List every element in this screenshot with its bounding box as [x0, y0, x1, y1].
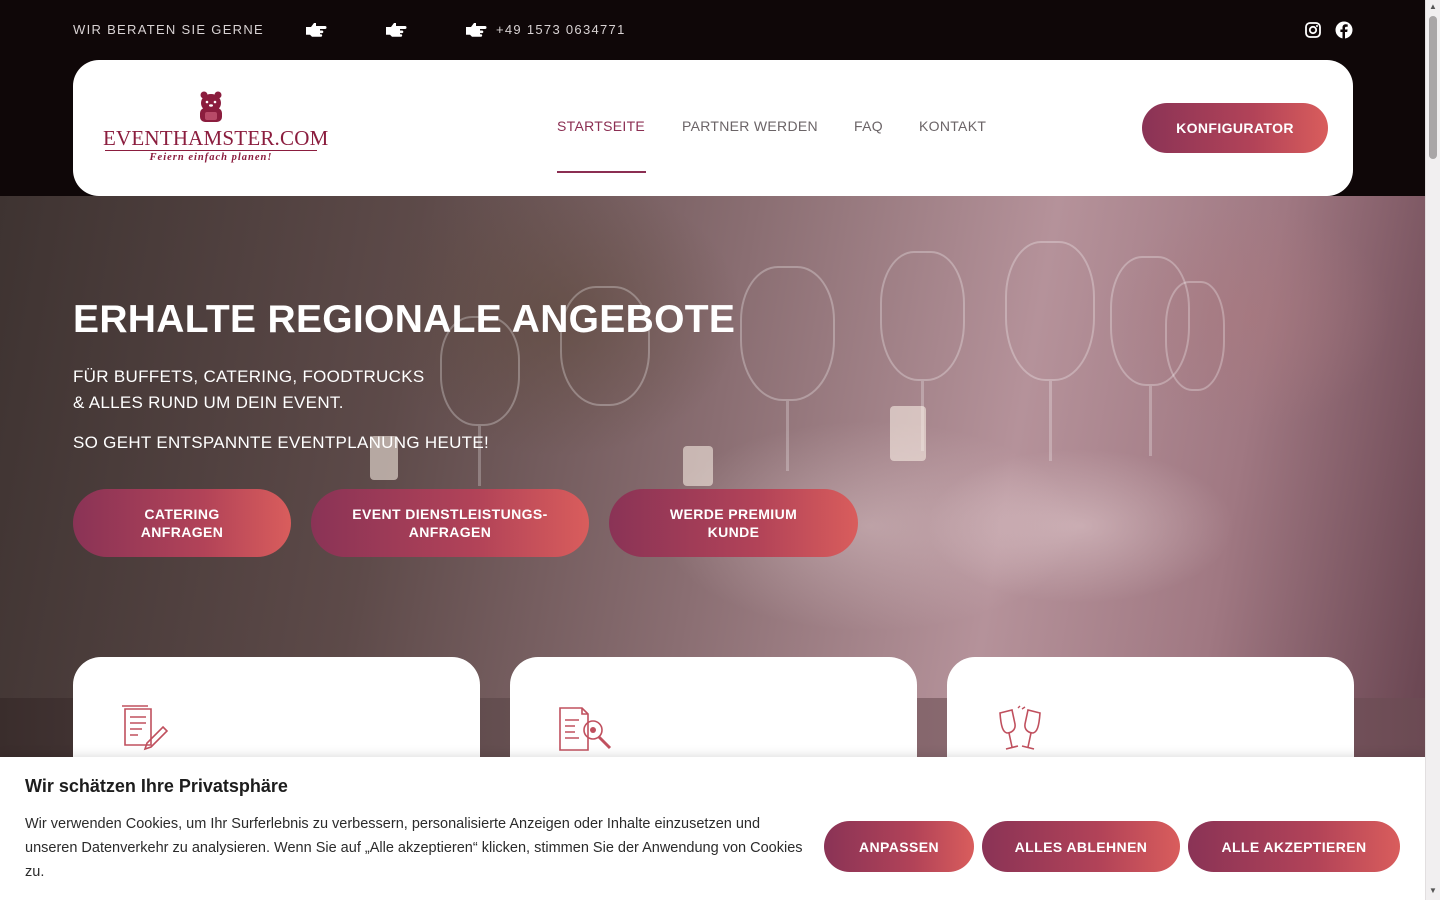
cookie-title: Wir schätzen Ihre Privatsphäre	[25, 776, 288, 796]
logo-divider	[105, 150, 317, 151]
wine-glass-decoration	[1165, 281, 1225, 391]
document-pen-icon	[122, 705, 169, 751]
nav-startseite[interactable]: STARTSEITE	[557, 118, 645, 134]
konfigurator-button[interactable]: KONFIGURATOR	[1142, 103, 1328, 153]
instagram-icon[interactable]	[1304, 21, 1322, 39]
hamster-logo-icon	[200, 91, 222, 122]
glass-stem	[1049, 381, 1052, 461]
glass-stem	[1149, 386, 1152, 456]
pointing-hand-icon[interactable]	[465, 21, 487, 37]
cookie-consent-banner: Wir schätzen Ihre Privatsphäre Wir verwe…	[0, 757, 1425, 900]
facebook-icon[interactable]	[1335, 21, 1353, 39]
wine-glass-decoration	[740, 266, 835, 401]
cookie-reject-all-button[interactable]: ALLES ABLEHNEN	[982, 821, 1180, 872]
logo-wordmark: EVENTHAMSTER.COM	[103, 126, 329, 150]
contact-label: WIR BERATEN SIE GERNE	[73, 22, 265, 37]
logo-tagline: Feiern einfach planen!	[149, 152, 273, 163]
scrollbar-thumb[interactable]	[1429, 16, 1437, 159]
hero-title: ERHALTE REGIONALE ANGEBOTE	[73, 298, 736, 341]
nav-kontakt[interactable]: KONTAKT	[919, 118, 986, 134]
wine-glass-decoration	[880, 251, 965, 381]
document-search-icon	[559, 707, 612, 751]
candle-decoration	[683, 446, 713, 486]
pointing-hand-icon[interactable]	[385, 21, 407, 37]
site-logo[interactable]: EVENTHAMSTER.COM Feiern einfach planen!	[103, 90, 329, 170]
cookie-accept-all-button[interactable]: ALLE AKZEPTIEREN	[1188, 821, 1400, 872]
cookie-customize-button[interactable]: ANPASSEN	[824, 821, 974, 872]
nav-partner-werden[interactable]: PARTNER WERDEN	[682, 118, 818, 134]
hero-tagline: SO GEHT ENTSPANNTE EVENTPLANUNG HEUTE!	[73, 433, 490, 452]
wine-glass-decoration	[1005, 241, 1095, 381]
candle-decoration	[890, 406, 926, 461]
scroll-down-arrow-icon[interactable]: ▼	[1429, 886, 1437, 895]
champagne-glasses-icon	[999, 705, 1041, 750]
phone-number[interactable]: +49 1573 0634771	[496, 22, 626, 37]
werde-premium-kunde-button[interactable]: WERDE PREMIUM KUNDE	[609, 489, 858, 557]
active-nav-indicator	[557, 171, 646, 173]
glass-stem	[786, 401, 789, 471]
hero-subtitle-line-2: & ALLES RUND UM DEIN EVENT.	[73, 393, 344, 412]
pointing-hand-icon[interactable]	[305, 21, 327, 37]
event-dienstleistungs-anfragen-button[interactable]: EVENT DIENSTLEISTUNGS- ANFRAGEN	[311, 489, 589, 557]
button-label: EVENT DIENSTLEISTUNGS- ANFRAGEN	[352, 506, 548, 540]
nav-faq[interactable]: FAQ	[854, 118, 883, 134]
cookie-description: Wir verwenden Cookies, um Ihr Surferlebn…	[25, 816, 803, 880]
button-label: WERDE PREMIUM KUNDE	[669, 506, 798, 540]
page-scrollbar[interactable]: ▲ ▼	[1425, 0, 1440, 900]
hero-subtitle-line-1: FÜR BUFFETS, CATERING, FOODTRUCKS	[73, 367, 425, 386]
catering-anfragen-button[interactable]: CATERING ANFRAGEN	[73, 489, 291, 557]
scroll-up-arrow-icon[interactable]: ▲	[1429, 2, 1437, 11]
header-card: EVENTHAMSTER.COM Feiern einfach planen! …	[73, 60, 1353, 196]
button-label: CATERING ANFRAGEN	[140, 506, 224, 540]
